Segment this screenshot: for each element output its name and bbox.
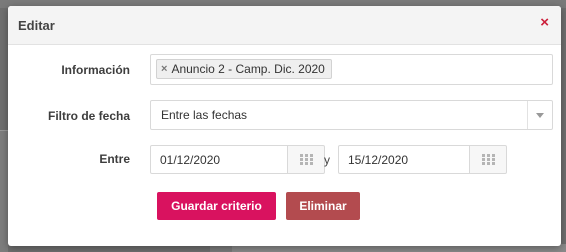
date-from-calendar-button[interactable] <box>288 145 325 174</box>
tag-chip: × Anuncio 2 - Camp. Dic. 2020 <box>156 59 332 79</box>
filtro-fecha-label: Filtro de fecha <box>47 109 130 123</box>
entre-label: Entre <box>99 152 130 166</box>
calendar-grid-icon <box>482 154 495 165</box>
close-icon[interactable]: × <box>540 15 549 30</box>
informacion-tag-input[interactable]: × Anuncio 2 - Camp. Dic. 2020 <box>150 54 553 85</box>
date-range-separator: y <box>324 153 330 167</box>
tag-remove-icon[interactable]: × <box>161 63 167 75</box>
informacion-label: Información <box>61 63 130 77</box>
date-from-input[interactable] <box>150 145 288 174</box>
background-divider-line <box>0 130 8 131</box>
save-criteria-button[interactable]: Guardar criterio <box>157 192 276 220</box>
background-page-left <box>0 130 8 252</box>
date-to-calendar-button[interactable] <box>470 145 507 174</box>
edit-modal: Editar × Información × Anuncio 2 - Camp.… <box>8 6 561 246</box>
filtro-fecha-selected-value: Entre las fechas <box>161 108 248 122</box>
filtro-fecha-select[interactable]: Entre las fechas <box>150 100 553 130</box>
delete-button[interactable]: Eliminar <box>286 192 360 220</box>
select-arrow-container <box>527 101 552 129</box>
modal-title: Editar <box>18 18 55 33</box>
modal-header: Editar × <box>8 6 561 45</box>
calendar-grid-icon <box>300 154 313 165</box>
date-to-input[interactable] <box>338 145 470 174</box>
tag-chip-label: Anuncio 2 - Camp. Dic. 2020 <box>171 62 325 76</box>
chevron-down-icon <box>536 113 544 118</box>
